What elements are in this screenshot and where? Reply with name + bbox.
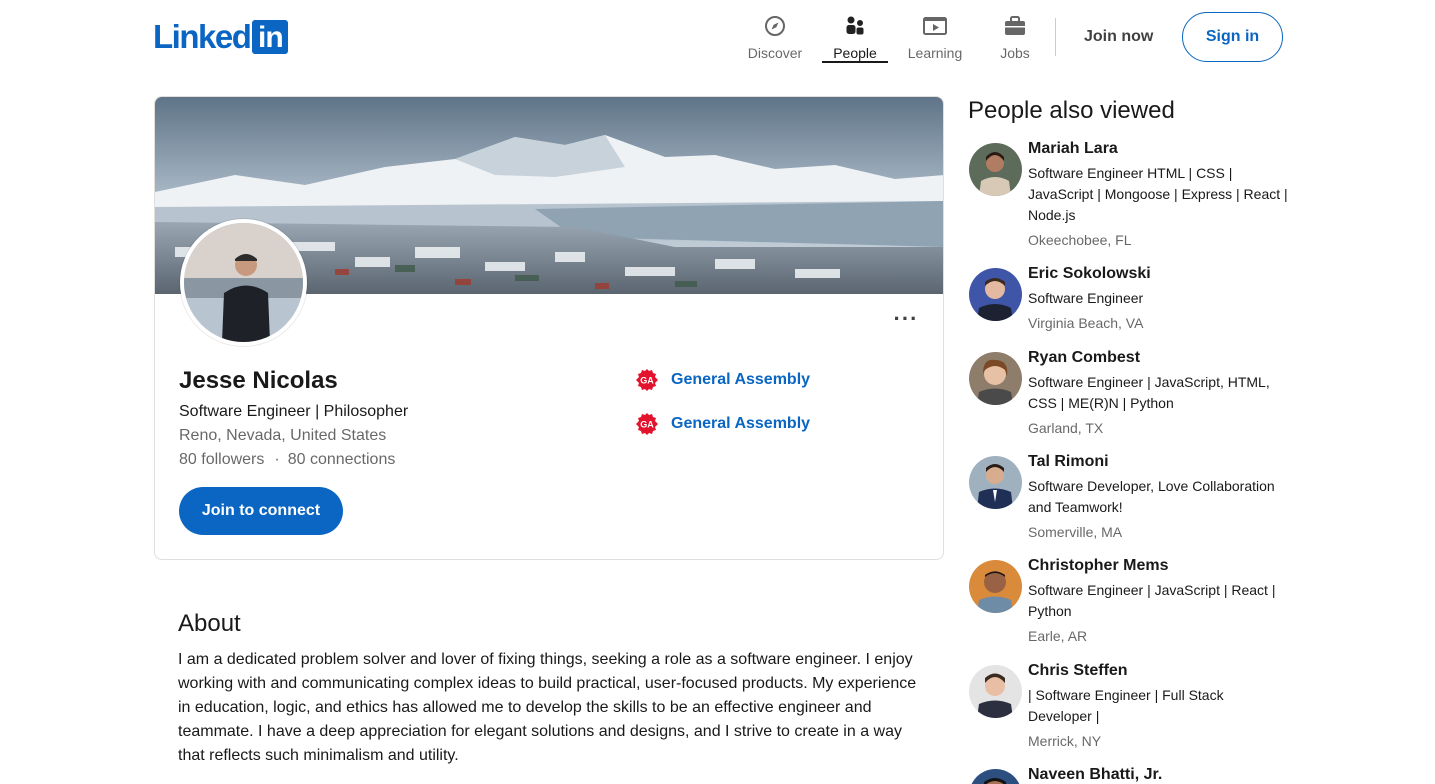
person-name: Tal Rimoni: [1028, 453, 1109, 470]
education-item[interactable]: GA General Assembly: [635, 368, 810, 392]
people-icon: [843, 14, 867, 38]
person-location: Garland, TX: [1028, 420, 1104, 436]
join-now-button[interactable]: Join now: [1072, 20, 1165, 54]
avatar: [969, 268, 1022, 321]
connections-count[interactable]: 80 connections: [288, 451, 396, 469]
profile-card: ··· Jesse Nicolas Software Engineer | Ph…: [154, 96, 944, 560]
person-location: Okeechobee, FL: [1028, 232, 1132, 248]
play-icon: [923, 14, 947, 38]
profile-stats: 80 followers · 80 connections: [179, 451, 395, 469]
nav-people[interactable]: People: [815, 10, 895, 64]
profile-headline: Software Engineer | Philosopher: [179, 403, 409, 420]
more-actions-button[interactable]: ···: [890, 306, 922, 331]
linkedin-logo[interactable]: Linked in: [153, 18, 289, 55]
briefcase-icon: [1003, 14, 1027, 38]
profile-name: Jesse Nicolas: [179, 367, 338, 394]
person-location: Earle, AR: [1028, 628, 1088, 644]
general-assembly-logo-icon: GA: [635, 368, 659, 392]
person-name: Christopher Mems: [1028, 557, 1169, 574]
nav-discover-label: Discover: [747, 45, 803, 61]
logo-in-box: in: [252, 20, 289, 54]
person-name: Mariah Lara: [1028, 140, 1118, 157]
nav-learning-label: Learning: [907, 45, 963, 61]
nav-learning[interactable]: Learning: [895, 10, 975, 64]
education-item[interactable]: GA General Assembly: [635, 412, 810, 436]
nav-people-label: People: [833, 45, 877, 61]
person-location: Virginia Beach, VA: [1028, 315, 1144, 331]
followers-count[interactable]: 80 followers: [179, 451, 264, 469]
general-assembly-logo-icon: GA: [635, 412, 659, 436]
person-headline: Software Developer, Love Collaboration a…: [1028, 478, 1275, 515]
person-name: Ryan Combest: [1028, 349, 1141, 366]
svg-text:GA: GA: [640, 376, 654, 386]
avatar: [969, 456, 1022, 509]
nav-jobs-label: Jobs: [1000, 45, 1030, 61]
person-location: Merrick, NY: [1028, 733, 1102, 749]
logo-wordmark: Linked: [153, 18, 252, 55]
profile-location: Reno, Nevada, United States: [179, 427, 387, 444]
person-headline: Software Engineer | JavaScript, HTML, CS…: [1028, 374, 1270, 411]
about-text: I am a dedicated problem solver and love…: [178, 651, 917, 764]
top-header: Linked in Discover People Learning Jobs J…: [0, 0, 1435, 72]
avatar: [969, 352, 1022, 405]
education-name: General Assembly: [671, 415, 811, 432]
nav-jobs[interactable]: Jobs: [975, 10, 1055, 64]
person-headline: | Software Engineer | Full Stack Develop…: [1028, 687, 1224, 724]
avatar: [969, 769, 1022, 784]
avatar: [969, 665, 1022, 718]
education-name: General Assembly: [671, 371, 811, 388]
about-heading: About: [178, 610, 241, 637]
avatar: [969, 143, 1022, 196]
person-headline: Software Engineer: [1028, 290, 1144, 306]
person-name: Naveen Bhatti, Jr.: [1028, 766, 1163, 783]
person-name: Eric Sokolowski: [1028, 265, 1151, 282]
nav-discover[interactable]: Discover: [735, 10, 815, 64]
join-to-connect-button[interactable]: Join to connect: [179, 487, 343, 535]
header-divider: [1055, 18, 1056, 56]
separator-dot: ·: [274, 451, 280, 468]
person-headline: Software Engineer HTML | CSS | JavaScrip…: [1028, 165, 1288, 223]
sign-in-button[interactable]: Sign in: [1182, 12, 1283, 62]
person-location: Somerville, MA: [1028, 524, 1123, 540]
people-also-viewed-heading: People also viewed: [968, 97, 1175, 124]
person-name: Chris Steffen: [1028, 662, 1128, 679]
compass-icon: [763, 14, 787, 38]
avatar: [969, 560, 1022, 613]
svg-text:GA: GA: [640, 420, 654, 430]
person-headline: Software Engineer | JavaScript | React |…: [1028, 582, 1276, 619]
profile-avatar[interactable]: [180, 219, 307, 346]
